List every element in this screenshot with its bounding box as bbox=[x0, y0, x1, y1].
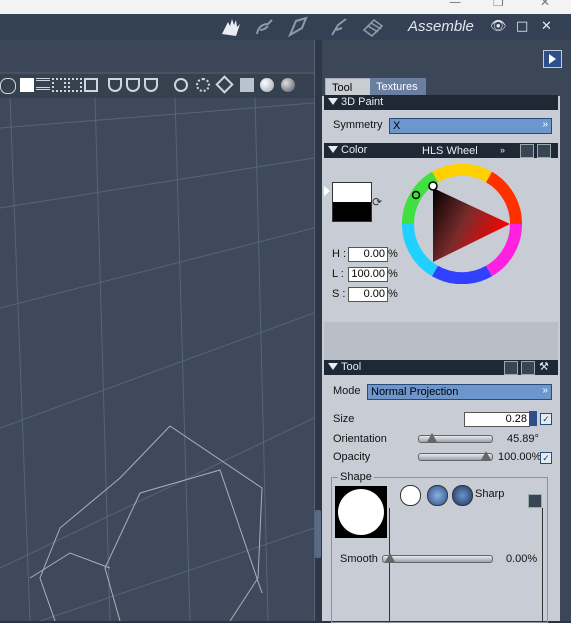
dotted-sphere-icon[interactable] bbox=[196, 78, 210, 92]
solid-cube-icon[interactable] bbox=[240, 78, 254, 92]
load-preset-icon[interactable] bbox=[521, 361, 535, 375]
viewport-grid bbox=[0, 98, 314, 621]
layout-single-icon[interactable] bbox=[20, 78, 34, 92]
textured-shaded-icon[interactable] bbox=[281, 78, 295, 92]
viewport-scene[interactable] bbox=[0, 98, 314, 621]
opacity-slider[interactable] bbox=[418, 451, 493, 461]
chevron-down-icon: » bbox=[542, 119, 548, 130]
opacity-checkbox[interactable]: ✓ bbox=[540, 452, 552, 464]
brush-wire-outline bbox=[29, 425, 263, 621]
load-preset-icon[interactable] bbox=[537, 144, 551, 158]
wand-icon[interactable]: ⚒ bbox=[539, 360, 549, 375]
smooth-value: 0.00% bbox=[506, 553, 538, 565]
section-3d-paint-header[interactable]: 3D Paint bbox=[324, 95, 558, 110]
layout-quad-icon[interactable] bbox=[68, 78, 82, 92]
smooth-slider[interactable] bbox=[382, 553, 493, 563]
brush-preview[interactable] bbox=[335, 486, 387, 538]
color-swatch[interactable] bbox=[332, 182, 372, 222]
s-unit: % bbox=[388, 288, 398, 300]
section-tool-header[interactable]: Tool ⚒ bbox=[324, 360, 558, 375]
wire-cube-icon[interactable] bbox=[215, 75, 234, 94]
close-button[interactable]: ✕ bbox=[541, 19, 552, 34]
section-color-header[interactable]: Color HLS Wheel » bbox=[324, 143, 558, 158]
camera-control-icon[interactable] bbox=[0, 78, 16, 94]
layout-split-icon[interactable] bbox=[84, 78, 98, 92]
mode-label: Mode bbox=[333, 385, 361, 397]
symmetry-dropdown[interactable]: X» bbox=[389, 118, 552, 134]
soft-brush-icon[interactable] bbox=[400, 485, 421, 506]
tab-textures[interactable]: Textures bbox=[370, 78, 426, 96]
s-input[interactable]: 0.00 bbox=[348, 287, 388, 302]
panel-menu-button[interactable] bbox=[543, 50, 562, 68]
save-shape-icon[interactable] bbox=[528, 494, 542, 508]
viewport-header bbox=[0, 40, 314, 72]
l-unit: % bbox=[388, 268, 398, 280]
shape-label: Shape bbox=[338, 471, 374, 483]
layout-rows-icon[interactable] bbox=[36, 78, 50, 90]
color-mode-label[interactable]: HLS Wheel bbox=[422, 144, 478, 159]
splitter-handle[interactable] bbox=[315, 510, 321, 558]
symmetry-label: Symmetry bbox=[333, 119, 383, 131]
save-preset-icon[interactable] bbox=[504, 361, 518, 375]
opacity-value: 100.00% bbox=[498, 451, 542, 463]
layout-grid-icon[interactable] bbox=[52, 78, 66, 92]
orientation-slider[interactable] bbox=[418, 433, 493, 443]
collapse-triangle-icon bbox=[328, 363, 338, 370]
l-input[interactable]: 100.00 bbox=[348, 267, 388, 282]
orientation-label: Orientation bbox=[333, 433, 387, 445]
hard-brush-icon[interactable] bbox=[452, 485, 473, 506]
foreground-color[interactable] bbox=[333, 183, 371, 202]
medium-brush-icon[interactable] bbox=[427, 485, 448, 506]
h-unit: % bbox=[388, 248, 398, 260]
cloth-room-icon[interactable] bbox=[326, 16, 352, 38]
chevron-down-icon: » bbox=[542, 385, 548, 396]
s-label: S : bbox=[332, 288, 346, 300]
pose-room-icon[interactable] bbox=[218, 16, 244, 38]
os-restore-button[interactable]: ❐ bbox=[493, 0, 504, 9]
h-label: H : bbox=[332, 248, 347, 260]
h-input[interactable]: 0.00 bbox=[348, 247, 388, 262]
maximize-button[interactable]: □ bbox=[516, 19, 528, 34]
smooth-label: Smooth bbox=[340, 553, 378, 565]
shield-wire-icon[interactable] bbox=[126, 78, 140, 92]
orientation-value: 45.89° bbox=[507, 433, 539, 445]
size-lock-checkbox[interactable]: ✓ bbox=[540, 413, 552, 425]
collapse-triangle-icon bbox=[328, 98, 338, 105]
os-titlebar: — ❐ ✕ bbox=[0, 0, 571, 14]
visibility-icon[interactable]: 👁 bbox=[490, 19, 507, 34]
color-section-spacer bbox=[324, 322, 558, 360]
face-room-icon[interactable] bbox=[252, 16, 278, 38]
hair-room-icon[interactable] bbox=[286, 16, 312, 38]
room-tabs-bar: Assemble 👁 □ ✕ bbox=[0, 14, 571, 40]
save-preset-icon[interactable] bbox=[520, 144, 534, 158]
slider-knob[interactable] bbox=[427, 433, 437, 442]
swap-colors-icon[interactable]: ⟳ bbox=[372, 195, 382, 209]
sharp-label: Sharp bbox=[475, 488, 505, 500]
slider-knob[interactable] bbox=[481, 451, 491, 460]
viewport-toolbar bbox=[0, 74, 314, 98]
slider-knob[interactable] bbox=[385, 553, 395, 562]
material-room-icon[interactable] bbox=[360, 16, 386, 38]
os-minimize-button[interactable]: — bbox=[449, 0, 461, 9]
opacity-label: Opacity bbox=[333, 451, 371, 463]
shield-display-icon[interactable] bbox=[108, 78, 122, 92]
collapse-triangle-icon bbox=[328, 146, 338, 153]
active-room-title: Assemble bbox=[408, 18, 474, 35]
size-stepper[interactable] bbox=[529, 411, 537, 426]
shape-preview-area bbox=[389, 508, 543, 622]
color-mode-chevron-icon[interactable]: » bbox=[500, 143, 505, 158]
hls-color-wheel[interactable] bbox=[402, 164, 522, 284]
os-close-button[interactable]: ✕ bbox=[540, 0, 550, 9]
tool-select-icon[interactable] bbox=[174, 78, 188, 92]
swatch-pointer-icon bbox=[324, 186, 330, 196]
luminance-picker[interactable] bbox=[428, 181, 438, 191]
background-color[interactable] bbox=[333, 202, 371, 221]
shield-outline-icon[interactable] bbox=[144, 78, 158, 92]
mode-dropdown[interactable]: Normal Projection» bbox=[367, 384, 552, 400]
l-label: L : bbox=[332, 268, 344, 280]
size-input[interactable]: 0.28 bbox=[464, 412, 530, 427]
size-label: Size bbox=[333, 413, 355, 425]
smooth-shaded-icon[interactable] bbox=[260, 78, 274, 92]
